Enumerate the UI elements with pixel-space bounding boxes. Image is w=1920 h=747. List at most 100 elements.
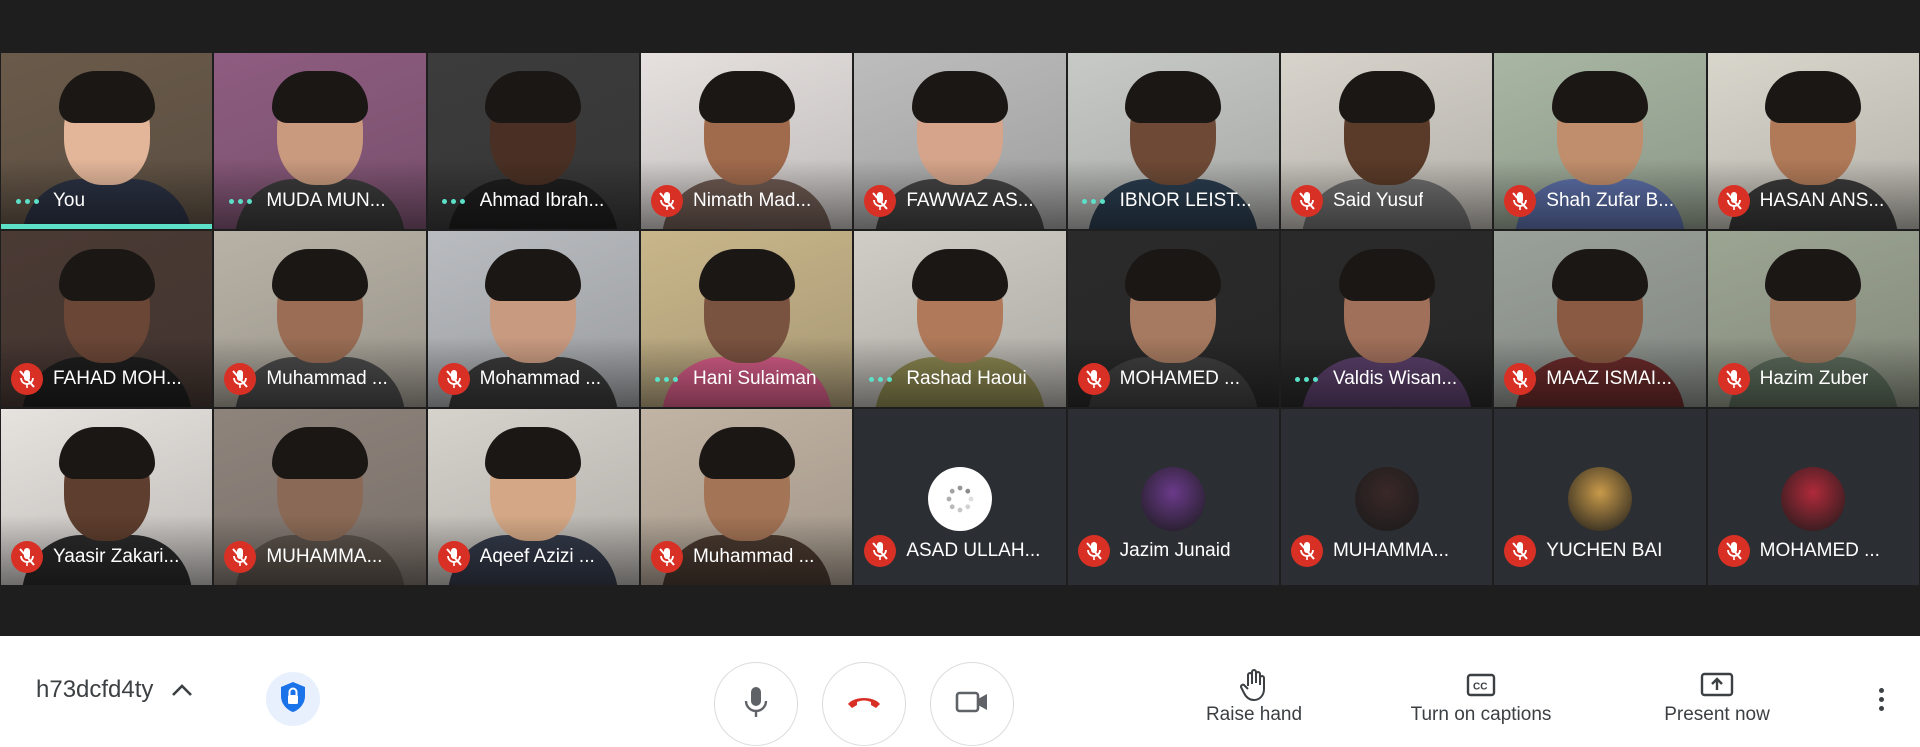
participant-tile[interactable]: MOHAMED ... [1706, 408, 1920, 586]
participant-tile[interactable]: Yaasir Zakari... [0, 408, 214, 586]
participant-name: Shah Zufar B... [1546, 190, 1675, 211]
participant-label: Shah Zufar B... [1504, 185, 1699, 217]
audio-level-icon [11, 185, 43, 217]
participant-name: HASAN ANS... [1759, 190, 1885, 211]
mic-off-icon [1290, 535, 1323, 567]
participant-label: MUHAMMA... [1290, 535, 1486, 567]
participant-label: Nimath Mad... [650, 185, 846, 217]
hand-icon [1194, 666, 1314, 704]
microphone-button[interactable] [714, 662, 798, 746]
participant-name: Hazim Zuber [1759, 368, 1869, 389]
participant-tile[interactable]: Mohammad ... [426, 230, 640, 408]
participant-tile[interactable]: Nimath Mad... [639, 52, 854, 230]
video-feed-hair [271, 249, 368, 302]
audio-level-icon [224, 185, 256, 217]
participant-name: Aqeef Azizi ... [479, 546, 595, 567]
participant-name: IBNOR LEIST... [1119, 190, 1252, 211]
participant-tile[interactable]: MUHAMMA... [213, 408, 427, 586]
mic-off-icon [1077, 535, 1110, 567]
participant-label: Hani Sulaiman [651, 363, 846, 395]
microphone-icon [743, 685, 769, 724]
video-feed-hair [58, 249, 155, 302]
participant-tile[interactable]: MOHAMED ... [1066, 230, 1280, 408]
participant-label: IBNOR LEIST... [1078, 185, 1273, 217]
participant-tile[interactable]: Jazim Junaid [1066, 408, 1280, 586]
video-feed-hair [271, 427, 368, 480]
participant-name: FAHAD MOH... [53, 368, 182, 389]
mic-off-icon [650, 185, 683, 217]
leave-call-button[interactable] [822, 662, 906, 746]
participant-tile[interactable]: Valdis Wisan... [1279, 230, 1494, 408]
participant-tile[interactable]: FAHAD MOH... [0, 230, 214, 408]
video-feed-hair [1338, 71, 1435, 124]
audio-level-icon [1078, 185, 1110, 217]
mic-off-icon [1504, 185, 1537, 217]
present-now-label: Present now [1664, 704, 1770, 725]
mic-off-icon [864, 535, 897, 567]
captions-button[interactable]: CC Turn on captions [1396, 666, 1566, 726]
bottom-toolbar: h73dcfd4ty Raise hand CC Turn on caption… [0, 636, 1920, 747]
hang-up-icon [846, 694, 882, 715]
participant-label: YUCHEN BAI [1504, 535, 1699, 567]
participant-tile[interactable]: YUCHEN BAI [1493, 408, 1707, 586]
participant-name: Mohammad ... [479, 368, 602, 389]
participant-name: Hani Sulaiman [692, 368, 817, 389]
video-feed-hair [1765, 249, 1862, 302]
camera-button[interactable] [930, 662, 1014, 746]
participant-tile[interactable]: Muhammad ... [639, 408, 854, 586]
participant-name: ASAD ULLAH... [906, 540, 1041, 561]
present-now-button[interactable]: Present now [1652, 666, 1782, 726]
participant-tile[interactable]: MUHAMMA... [1279, 408, 1494, 586]
participant-grid: You MUDA MUN... Ahmad Ibrah... Nimath Mad..… [0, 52, 1920, 586]
participant-tile[interactable]: IBNOR LEIST... [1066, 52, 1280, 230]
captions-label: Turn on captions [1410, 704, 1552, 725]
participant-tile[interactable]: MUDA MUN... [213, 52, 427, 230]
participant-tile[interactable]: ASAD ULLAH... [853, 408, 1067, 586]
participant-name: You [53, 190, 86, 211]
participant-label: Yaasir Zakari... [11, 541, 206, 573]
participant-tile[interactable]: FAWWAZ AS... [853, 52, 1067, 230]
participant-tile[interactable]: MAAZ ISMAI... [1493, 230, 1707, 408]
participant-tile[interactable]: Rashad Haoui [853, 230, 1067, 408]
meeting-details-toggle[interactable]: h73dcfd4ty [36, 676, 193, 704]
more-options-button[interactable] [1879, 688, 1884, 711]
participant-label: HASAN ANS... [1717, 185, 1913, 217]
participant-label: Muhammad ... [224, 363, 419, 395]
participant-name: Nimath Mad... [692, 190, 812, 211]
participant-tile[interactable]: Ahmad Ibrah... [426, 52, 640, 230]
participant-label: Ahmad Ibrah... [438, 185, 633, 217]
video-camera-icon [955, 690, 989, 719]
chevron-up-icon [171, 676, 193, 704]
participant-label: Rashad Haoui [864, 363, 1059, 395]
participant-label: MAAZ ISMAI... [1504, 363, 1699, 395]
participant-name: Yaasir Zakari... [53, 546, 180, 567]
mic-off-icon [224, 541, 257, 573]
audio-level-icon [651, 363, 683, 395]
participant-name: FAWWAZ AS... [906, 190, 1034, 211]
participant-name: Said Yusuf [1332, 190, 1424, 211]
mic-off-icon [1717, 185, 1750, 217]
video-feed-hair [698, 427, 795, 480]
participant-tile[interactable]: You [0, 52, 214, 230]
participant-tile[interactable]: Said Yusuf [1279, 52, 1494, 230]
participant-tile[interactable]: Muhammad ... [213, 230, 427, 408]
participant-tile[interactable]: Hazim Zuber [1706, 230, 1920, 408]
mic-off-icon [1504, 535, 1537, 567]
participant-tile[interactable]: HASAN ANS... [1706, 52, 1920, 230]
participant-label: Valdis Wisan... [1291, 363, 1486, 395]
video-feed-hair [1551, 249, 1648, 302]
video-feed-hair [1338, 249, 1435, 302]
participant-tile[interactable]: Aqeef Azizi ... [426, 408, 640, 586]
mic-off-icon [1290, 185, 1323, 217]
video-stage: You MUDA MUN... Ahmad Ibrah... Nimath Mad..… [0, 0, 1920, 636]
mic-off-icon [1504, 363, 1537, 395]
video-feed-hair [485, 71, 582, 124]
participant-tile[interactable]: Hani Sulaiman [639, 230, 854, 408]
host-controls-button[interactable] [266, 672, 320, 726]
raise-hand-button[interactable]: Raise hand [1194, 666, 1314, 726]
audio-level-icon [438, 185, 470, 217]
video-feed-hair [1125, 71, 1222, 124]
participant-label: FAWWAZ AS... [864, 185, 1059, 217]
participant-name: Valdis Wisan... [1332, 368, 1458, 389]
participant-tile[interactable]: Shah Zufar B... [1493, 52, 1707, 230]
